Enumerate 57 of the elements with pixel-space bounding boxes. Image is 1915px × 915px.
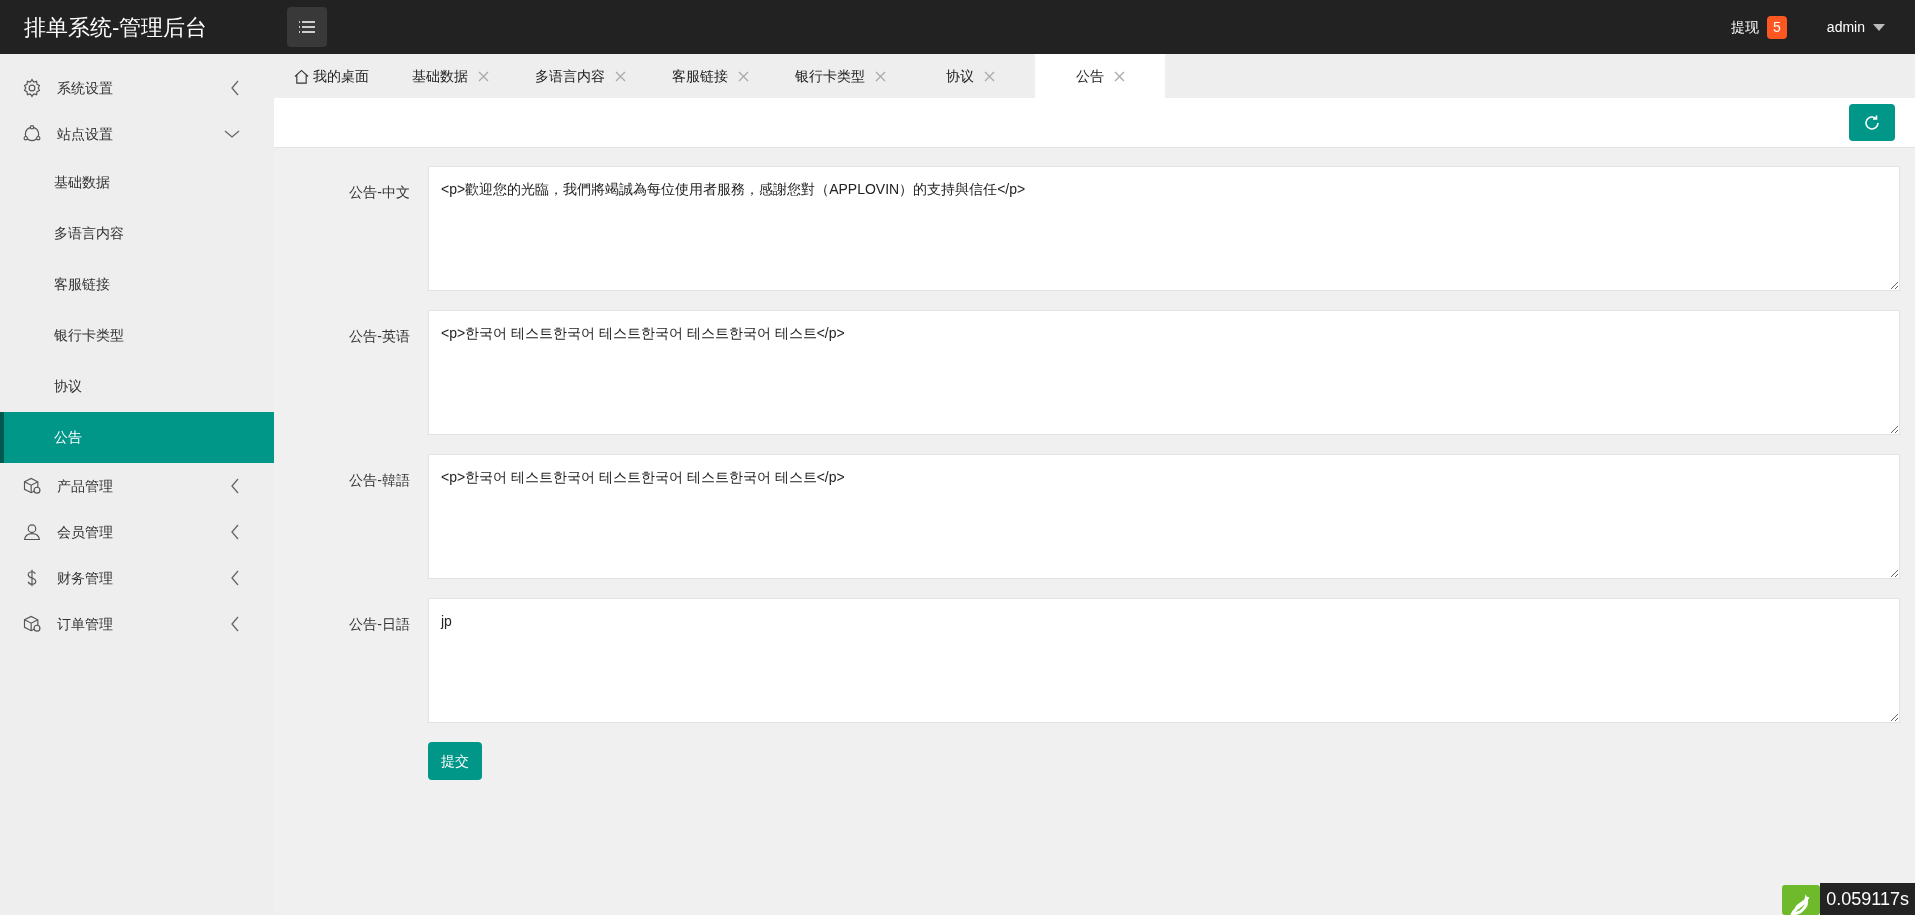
count-badge: 5 (1767, 15, 1787, 39)
textarea-field[interactable]: <p>歡迎您的光臨，我們將竭誠為每位使用者服務，感謝您對（APPLOVIN）的支持與信任</p> (428, 166, 1900, 291)
sidebar-menu-item[interactable]: 财务管理 (0, 555, 274, 601)
withdraw-link[interactable]: 提现 (1731, 16, 1760, 38)
page-tab[interactable]: 多语言内容 (515, 54, 645, 98)
refresh-button[interactable] (1849, 104, 1895, 141)
sidebar-menu-item[interactable]: 产品管理 (0, 463, 274, 509)
page-tab[interactable]: 基础数据 (385, 54, 515, 98)
app-title: 排单系统-管理后台 (24, 14, 208, 40)
page-tab[interactable]: 协议 (905, 54, 1035, 98)
close-icon[interactable] (737, 70, 749, 82)
chevron-left-icon (230, 616, 240, 632)
user-icon (22, 522, 42, 542)
field-label: 公告-日語 (349, 616, 410, 632)
chevron-left-icon (230, 524, 240, 540)
sidebar-submenu-item[interactable]: 多语言内容 (0, 208, 274, 259)
field-label: 公告-英语 (349, 328, 410, 344)
field-label: 公告-中文 (349, 184, 410, 200)
chevron-left-icon (230, 80, 240, 96)
field-label: 公告-韓語 (349, 472, 410, 488)
page-tab[interactable]: 银行卡类型 (775, 54, 905, 98)
network-icon (22, 124, 42, 144)
textarea-field[interactable]: <p>한국어 테스트한국어 테스트한국어 테스트한국어 테스트</p> (428, 454, 1900, 579)
textarea-field[interactable]: jp (428, 598, 1900, 723)
box-icon (22, 476, 42, 496)
sidebar-menu-item[interactable]: 系统设置 (0, 65, 274, 111)
menu-toggle-button[interactable] (287, 7, 327, 47)
flame-logo-icon (1782, 885, 1821, 915)
execution-time: 0.059117s (1820, 883, 1915, 915)
sidebar-submenu-item[interactable]: 协议 (0, 361, 274, 412)
sidebar-menu-item[interactable]: 订单管理 (0, 601, 274, 647)
sidebar-submenu-item[interactable]: 公告 (0, 412, 274, 463)
caret-down-icon (1873, 23, 1885, 31)
textarea-field[interactable]: <p>한국어 테스트한국어 테스트한국어 테스트한국어 테스트</p> (428, 310, 1900, 435)
chevron-left-icon (230, 570, 240, 586)
home-icon (294, 68, 309, 84)
user-menu-button[interactable]: admin (1826, 16, 1885, 38)
chevron-down-icon (224, 129, 240, 139)
close-icon[interactable] (874, 70, 886, 82)
page-tab[interactable]: 客服链接 (645, 54, 775, 98)
box-icon (22, 614, 42, 634)
sidebar-submenu-item[interactable]: 客服链接 (0, 259, 274, 310)
close-icon[interactable] (614, 70, 626, 82)
list-icon (298, 20, 316, 34)
close-icon[interactable] (477, 70, 489, 82)
sidebar-submenu-item[interactable]: 银行卡类型 (0, 310, 274, 361)
refresh-icon (1863, 113, 1881, 132)
close-icon[interactable] (1113, 70, 1125, 82)
page-tab[interactable]: 我的桌面 (274, 54, 385, 98)
chevron-left-icon (230, 478, 240, 494)
sidebar-menu-item[interactable]: 会员管理 (0, 509, 274, 555)
gear-icon (22, 78, 42, 98)
page-tab[interactable]: 公告 (1035, 54, 1165, 98)
close-icon[interactable] (983, 70, 995, 82)
submit-button[interactable]: 提交 (428, 742, 482, 780)
sidebar-menu-item[interactable]: 站点设置 (0, 111, 274, 157)
sidebar-submenu-item[interactable]: 基础数据 (0, 157, 274, 208)
